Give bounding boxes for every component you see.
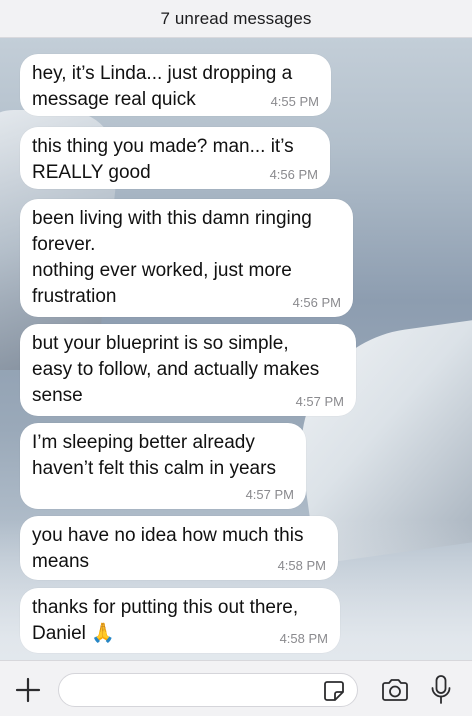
microphone-icon[interactable]	[430, 674, 452, 706]
message-time: 4:58 PM	[279, 631, 328, 646]
sticker-icon[interactable]	[322, 679, 346, 703]
message-time: 4:58 PM	[277, 558, 326, 573]
message-bubble[interactable]: you have no idea how much this means 4:5…	[20, 516, 338, 580]
message-time: 4:56 PM	[269, 167, 318, 182]
message-bubble[interactable]: but your blueprint is so simple, easy to…	[20, 324, 356, 416]
message-time: 4:57 PM	[245, 487, 294, 502]
unread-count-label: 7 unread messages	[160, 8, 312, 28]
message-time: 4:55 PM	[270, 94, 319, 109]
message-input[interactable]	[58, 673, 358, 707]
message-text: I’m sleeping better already haven’t felt…	[32, 432, 276, 479]
camera-icon[interactable]	[380, 678, 410, 702]
message-time: 4:56 PM	[292, 295, 341, 310]
message-bubble[interactable]: been living with this damn ringing forev…	[20, 199, 353, 317]
unread-banner: 7 unread messages	[0, 0, 472, 38]
message-bubble[interactable]: this thing you made? man... it’s REALLY …	[20, 127, 330, 189]
message-bubble[interactable]: hey, it’s Linda... just dropping a messa…	[20, 54, 331, 116]
message-composer	[0, 660, 472, 716]
message-bubble[interactable]: I’m sleeping better already haven’t felt…	[20, 423, 306, 509]
message-bubble[interactable]: thanks for putting this out there, Danie…	[20, 588, 340, 653]
plus-icon[interactable]	[15, 677, 41, 703]
message-time: 4:57 PM	[295, 394, 344, 409]
message-list[interactable]: hey, it’s Linda... just dropping a messa…	[0, 38, 472, 660]
